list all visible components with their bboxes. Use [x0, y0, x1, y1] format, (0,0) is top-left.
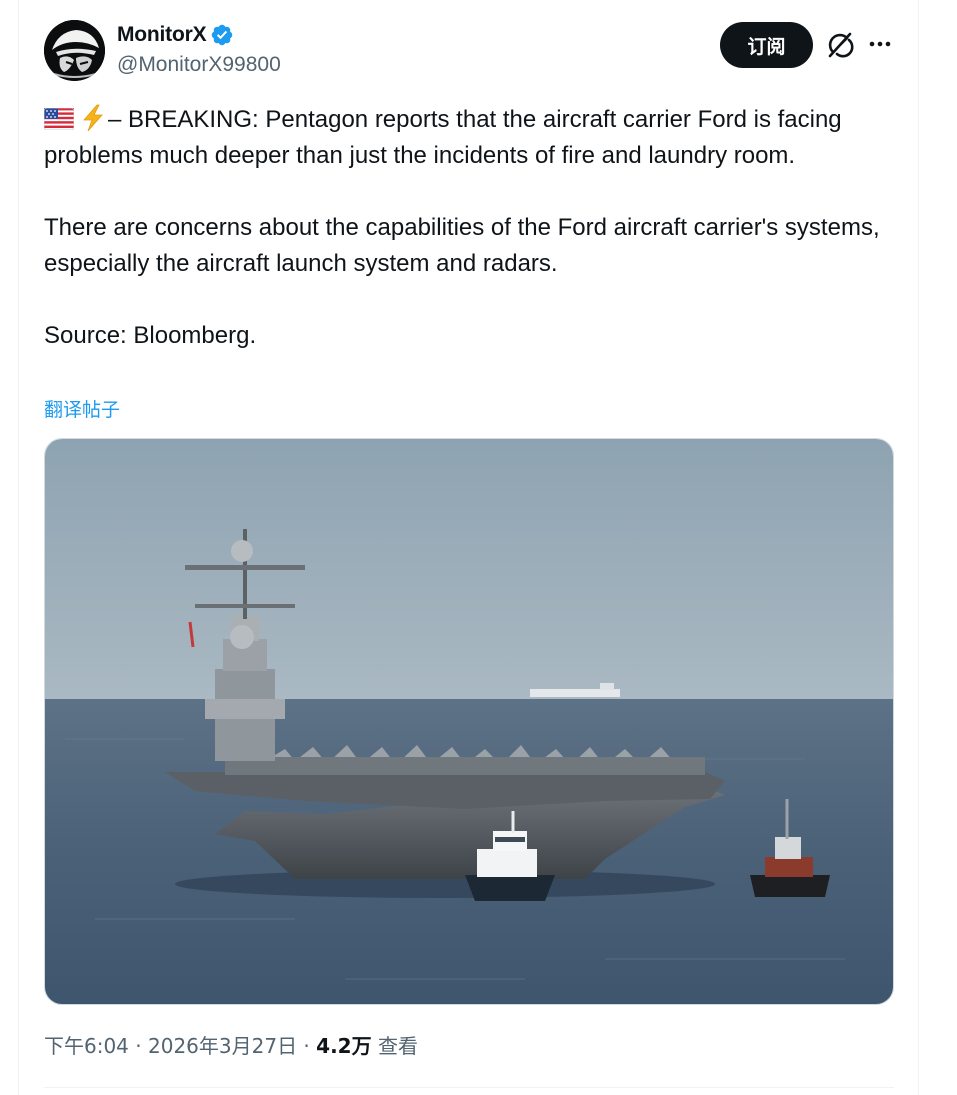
tweet-paragraph-1: – BREAKING: Pentagon reports that the ai…: [43, 102, 894, 174]
tweet-paragraph-2: There are concerns about the capabilitie…: [44, 214, 880, 277]
verified-badge-icon[interactable]: [210, 23, 234, 47]
meta-separator: ·: [297, 1034, 317, 1058]
avatar[interactable]: [44, 20, 105, 81]
more-icon[interactable]: [864, 29, 896, 61]
author-name-row: MonitorX: [117, 23, 234, 47]
display-name[interactable]: MonitorX: [117, 23, 207, 47]
us-flag-emoji: [43, 105, 75, 131]
views-label: 查看: [371, 1034, 418, 1058]
author-handle[interactable]: @MonitorX99800: [117, 53, 281, 77]
lightning-emoji: [78, 103, 108, 133]
tweet-time[interactable]: 下午6:04: [44, 1034, 129, 1058]
avatar-image: [44, 20, 105, 81]
tweet-paragraph-1-text: – BREAKING: Pentagon reports that the ai…: [44, 106, 842, 169]
aircraft-carrier-photo: [45, 439, 893, 1004]
tweet-media[interactable]: [44, 438, 894, 1005]
meta-separator: ·: [128, 1034, 148, 1058]
tweet-paragraph-3: Source: Bloomberg.: [44, 322, 257, 349]
views-count: 4.2万: [316, 1034, 372, 1058]
subscribe-button[interactable]: 订阅: [720, 22, 813, 68]
tweet-text: – BREAKING: Pentagon reports that the ai…: [43, 102, 894, 354]
grok-icon[interactable]: [824, 29, 856, 61]
tweet-meta: 下午6:04 · 2026年3月27日 · 4.2万 查看: [44, 1030, 418, 1059]
tweet-date[interactable]: 2026年3月27日: [148, 1034, 297, 1058]
translate-post-link[interactable]: 翻译帖子: [44, 395, 120, 422]
divider: [44, 1087, 894, 1088]
tweet-header: MonitorX @MonitorX99800 订阅: [44, 20, 894, 84]
